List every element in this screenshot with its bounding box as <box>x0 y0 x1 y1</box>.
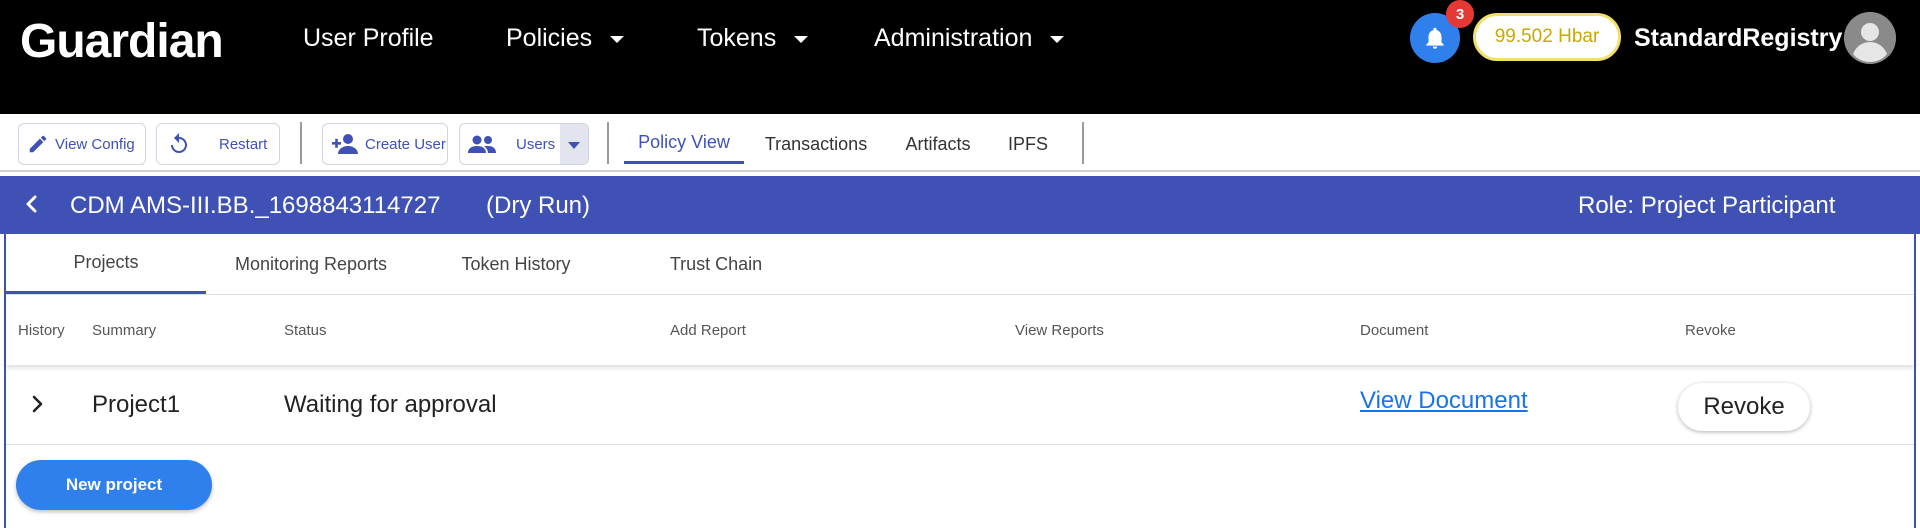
subtab-token-history[interactable]: Token History <box>416 234 616 294</box>
caret-down-icon <box>568 141 580 149</box>
nav-administration-label: Administration <box>874 24 1033 52</box>
table-row: Project1 Waiting for approval View Docum… <box>6 365 1914 445</box>
policy-toolbar: View Config Restart Create User Users Po… <box>0 114 1920 172</box>
view-config-button[interactable]: View Config <box>18 123 146 165</box>
group-icon <box>468 134 496 154</box>
restart-label: Restart <box>219 135 268 153</box>
nav-tokens-label: Tokens <box>697 24 777 52</box>
back-button[interactable] <box>20 192 44 216</box>
create-user-label: Create User <box>365 135 446 153</box>
expand-row-button[interactable] <box>26 393 48 415</box>
toolbar-divider <box>607 122 609 164</box>
nav-tokens[interactable]: Tokens <box>697 24 809 53</box>
subtab-trust-chain[interactable]: Trust Chain <box>616 234 816 294</box>
row-status: Waiting for approval <box>284 391 497 418</box>
pencil-icon <box>27 133 49 155</box>
tab-transactions[interactable]: Transactions <box>758 124 874 164</box>
restart-button[interactable]: Restart <box>156 123 280 165</box>
policy-content: Projects Monitoring Reports Token Histor… <box>4 234 1916 528</box>
nav-policies[interactable]: Policies <box>506 24 625 53</box>
chevron-right-icon <box>32 395 43 413</box>
nav-administration[interactable]: Administration <box>874 24 1065 53</box>
tab-ipfs[interactable]: IPFS <box>1000 124 1056 164</box>
app-logo[interactable]: Guardian <box>20 14 224 69</box>
toolbar-divider <box>300 122 302 164</box>
column-header-view-reports: View Reports <box>1015 322 1104 339</box>
bell-icon <box>1426 27 1444 49</box>
person-add-icon <box>331 133 359 155</box>
view-document-link[interactable]: View Document <box>1360 387 1528 415</box>
role-label: Role: Project Participant <box>1578 192 1836 219</box>
users-dropdown[interactable]: Users <box>459 123 589 165</box>
row-summary: Project1 <box>92 391 181 418</box>
column-header-history: History <box>18 322 65 339</box>
username-label: StandardRegistry <box>1634 24 1843 52</box>
nav-user-profile[interactable]: User Profile <box>303 24 434 53</box>
new-project-button[interactable]: New project <box>16 460 212 510</box>
tab-policy-view[interactable]: Policy View <box>624 124 744 164</box>
column-header-summary: Summary <box>92 322 157 339</box>
caret-down-icon <box>1050 36 1065 43</box>
users-dropdown-toggle[interactable] <box>560 124 588 164</box>
balance-badge: 99.502 Hbar <box>1473 13 1621 61</box>
person-icon <box>1844 12 1896 64</box>
nav-policies-label: Policies <box>506 24 593 52</box>
policy-header: CDM AMS-III.BB._1698843114727 (Dry Run) … <box>0 176 1920 234</box>
dry-run-label: (Dry Run) <box>486 192 591 219</box>
policy-title: CDM AMS-III.BB._1698843114727 <box>70 192 441 219</box>
create-user-button[interactable]: Create User <box>322 123 448 165</box>
tab-artifacts[interactable]: Artifacts <box>894 124 982 164</box>
restart-icon <box>167 132 191 156</box>
notification-count-badge: 3 <box>1446 0 1474 28</box>
column-header-status: Status <box>284 322 327 339</box>
table-header: History Summary Status Add Report View R… <box>6 295 1914 365</box>
nav-user-profile-label: User Profile <box>303 24 434 52</box>
chevron-left-icon <box>26 195 37 213</box>
subtab-projects[interactable]: Projects <box>6 234 206 294</box>
subtab-monitoring-reports[interactable]: Monitoring Reports <box>206 234 416 294</box>
column-header-document: Document <box>1360 322 1429 339</box>
caret-down-icon <box>794 36 809 43</box>
account-avatar-icon[interactable] <box>1844 12 1896 64</box>
column-header-add-report: Add Report <box>670 322 746 339</box>
column-header-revoke: Revoke <box>1685 322 1736 339</box>
users-label: Users <box>516 135 556 153</box>
revoke-button[interactable]: Revoke <box>1678 383 1810 431</box>
toolbar-divider <box>1082 122 1084 164</box>
top-header: Guardian User Profile Policies Tokens Ad… <box>0 0 1920 114</box>
caret-down-icon <box>610 36 625 43</box>
view-config-label: View Config <box>55 135 135 153</box>
